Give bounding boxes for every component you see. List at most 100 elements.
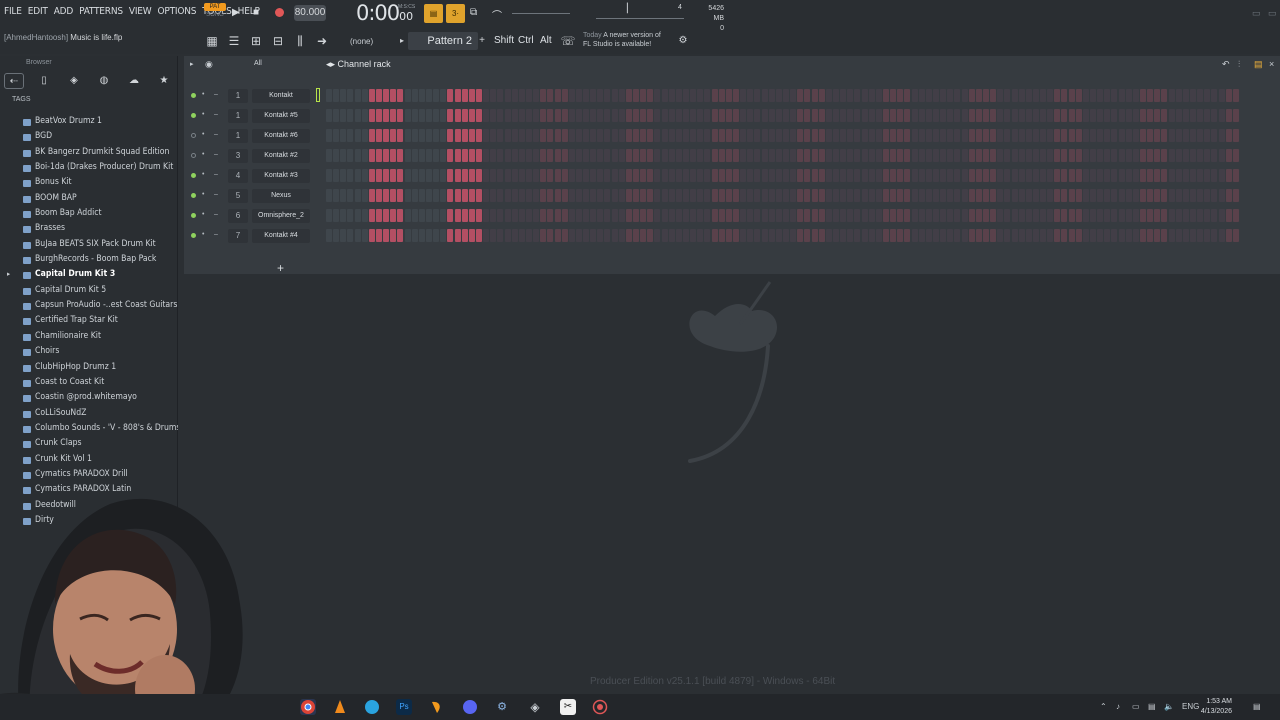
step-button[interactable]: [640, 149, 647, 162]
browser-folder[interactable]: BK Bangerz Drumkit Squad Edition: [0, 145, 178, 160]
step-button[interactable]: [1154, 89, 1161, 102]
step-button[interactable]: [1132, 189, 1139, 202]
channel-rack-icon[interactable]: ⊞: [248, 33, 264, 49]
step-button[interactable]: [554, 209, 561, 222]
step-button[interactable]: [554, 189, 561, 202]
step-button[interactable]: [890, 149, 897, 162]
channel-volume-knob[interactable]: –: [214, 211, 218, 218]
step-button[interactable]: [597, 209, 604, 222]
recorder-icon[interactable]: [592, 699, 608, 715]
step-button[interactable]: [982, 189, 989, 202]
step-button[interactable]: [440, 229, 447, 242]
step-button[interactable]: [961, 209, 968, 222]
channel-pan-knob[interactable]: •: [202, 171, 204, 178]
step-button[interactable]: [1125, 189, 1132, 202]
step-button[interactable]: [583, 189, 590, 202]
step-button[interactable]: [875, 89, 882, 102]
step-button[interactable]: [1175, 109, 1182, 122]
step-button[interactable]: [1082, 149, 1089, 162]
step-button[interactable]: [440, 109, 447, 122]
step-button[interactable]: [1197, 169, 1204, 182]
channel-mute-led[interactable]: [191, 93, 196, 98]
step-button[interactable]: [354, 89, 361, 102]
step-button[interactable]: [390, 129, 397, 142]
step-button[interactable]: [611, 109, 618, 122]
step-button[interactable]: [454, 149, 461, 162]
step-button[interactable]: [1190, 129, 1197, 142]
step-button[interactable]: [711, 109, 718, 122]
step-button[interactable]: [1182, 89, 1189, 102]
step-button[interactable]: [925, 149, 932, 162]
step-button[interactable]: [711, 149, 718, 162]
step-button[interactable]: [668, 109, 675, 122]
step-button[interactable]: [1161, 89, 1168, 102]
step-button[interactable]: [1118, 89, 1125, 102]
news-panel[interactable]: Today A newer version of FL Studio is av…: [583, 31, 661, 49]
step-button[interactable]: [968, 89, 975, 102]
step-button[interactable]: [840, 109, 847, 122]
step-button[interactable]: [711, 229, 718, 242]
step-button[interactable]: [354, 229, 361, 242]
channel-volume-knob[interactable]: –: [214, 151, 218, 158]
channel-name-button[interactable]: Kontakt: [252, 89, 310, 103]
step-button[interactable]: [704, 149, 711, 162]
step-button[interactable]: [982, 149, 989, 162]
step-button[interactable]: [654, 89, 661, 102]
step-button[interactable]: [811, 109, 818, 122]
tempo-display[interactable]: 80.000: [294, 5, 326, 21]
step-button[interactable]: [997, 189, 1004, 202]
step-button[interactable]: [925, 109, 932, 122]
step-button[interactable]: [375, 169, 382, 182]
step-button[interactable]: [583, 229, 590, 242]
step-button[interactable]: [1140, 109, 1147, 122]
step-button[interactable]: [504, 129, 511, 142]
step-button[interactable]: [454, 229, 461, 242]
arrow-right-icon[interactable]: ➜: [314, 33, 330, 49]
step-button[interactable]: [1061, 169, 1068, 182]
step-button[interactable]: [861, 189, 868, 202]
step-button[interactable]: [611, 89, 618, 102]
step-button[interactable]: [818, 149, 825, 162]
step-button[interactable]: [861, 89, 868, 102]
step-button[interactable]: [440, 209, 447, 222]
step-button[interactable]: [940, 109, 947, 122]
step-button[interactable]: [1068, 149, 1075, 162]
step-button[interactable]: [925, 169, 932, 182]
step-button[interactable]: [1225, 109, 1232, 122]
step-button[interactable]: [1082, 89, 1089, 102]
step-button[interactable]: [404, 209, 411, 222]
step-button[interactable]: [1032, 169, 1039, 182]
step-button[interactable]: [483, 189, 490, 202]
step-button[interactable]: [461, 129, 468, 142]
step-button[interactable]: [375, 89, 382, 102]
step-button[interactable]: [861, 109, 868, 122]
step-button[interactable]: [711, 89, 718, 102]
browser-folder[interactable]: ClubHipHop Drumz 1: [0, 360, 178, 375]
step-button[interactable]: [882, 129, 889, 142]
step-button[interactable]: [1190, 149, 1197, 162]
step-button[interactable]: [633, 169, 640, 182]
step-button[interactable]: [383, 129, 390, 142]
step-button[interactable]: [783, 169, 789, 182]
step-button[interactable]: [854, 89, 861, 102]
step-button[interactable]: [797, 209, 804, 222]
step-button[interactable]: [633, 229, 640, 242]
step-button[interactable]: [775, 89, 782, 102]
step-button[interactable]: [954, 129, 961, 142]
rack-menu-icon[interactable]: ▸: [190, 60, 194, 68]
step-button[interactable]: [368, 189, 375, 202]
step-button[interactable]: [1125, 109, 1132, 122]
master-volume-slider[interactable]: [512, 13, 570, 14]
step-button[interactable]: [811, 149, 818, 162]
step-button[interactable]: [383, 149, 390, 162]
step-button[interactable]: [611, 169, 618, 182]
step-button[interactable]: [975, 189, 982, 202]
step-button[interactable]: [818, 89, 825, 102]
step-button[interactable]: [783, 189, 789, 202]
step-button[interactable]: [683, 169, 690, 182]
channel-mixer-track[interactable]: 1: [228, 89, 248, 103]
step-button[interactable]: [1090, 149, 1097, 162]
browser-folder[interactable]: BuJaa BEATS SIX Pack Drum Kit: [0, 237, 178, 252]
step-button[interactable]: [440, 129, 447, 142]
step-button[interactable]: [1011, 109, 1018, 122]
